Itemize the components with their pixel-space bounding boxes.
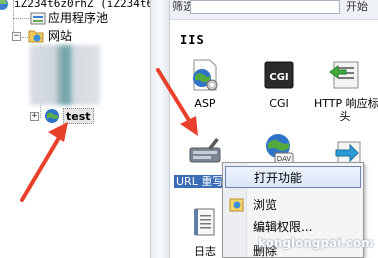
annotation-arrows: [20, 68, 198, 202]
arrow-to-test-site: [20, 122, 68, 202]
watermark: konglongpai.com: [258, 236, 374, 250]
arrow-to-url-rewrite: [156, 68, 198, 136]
